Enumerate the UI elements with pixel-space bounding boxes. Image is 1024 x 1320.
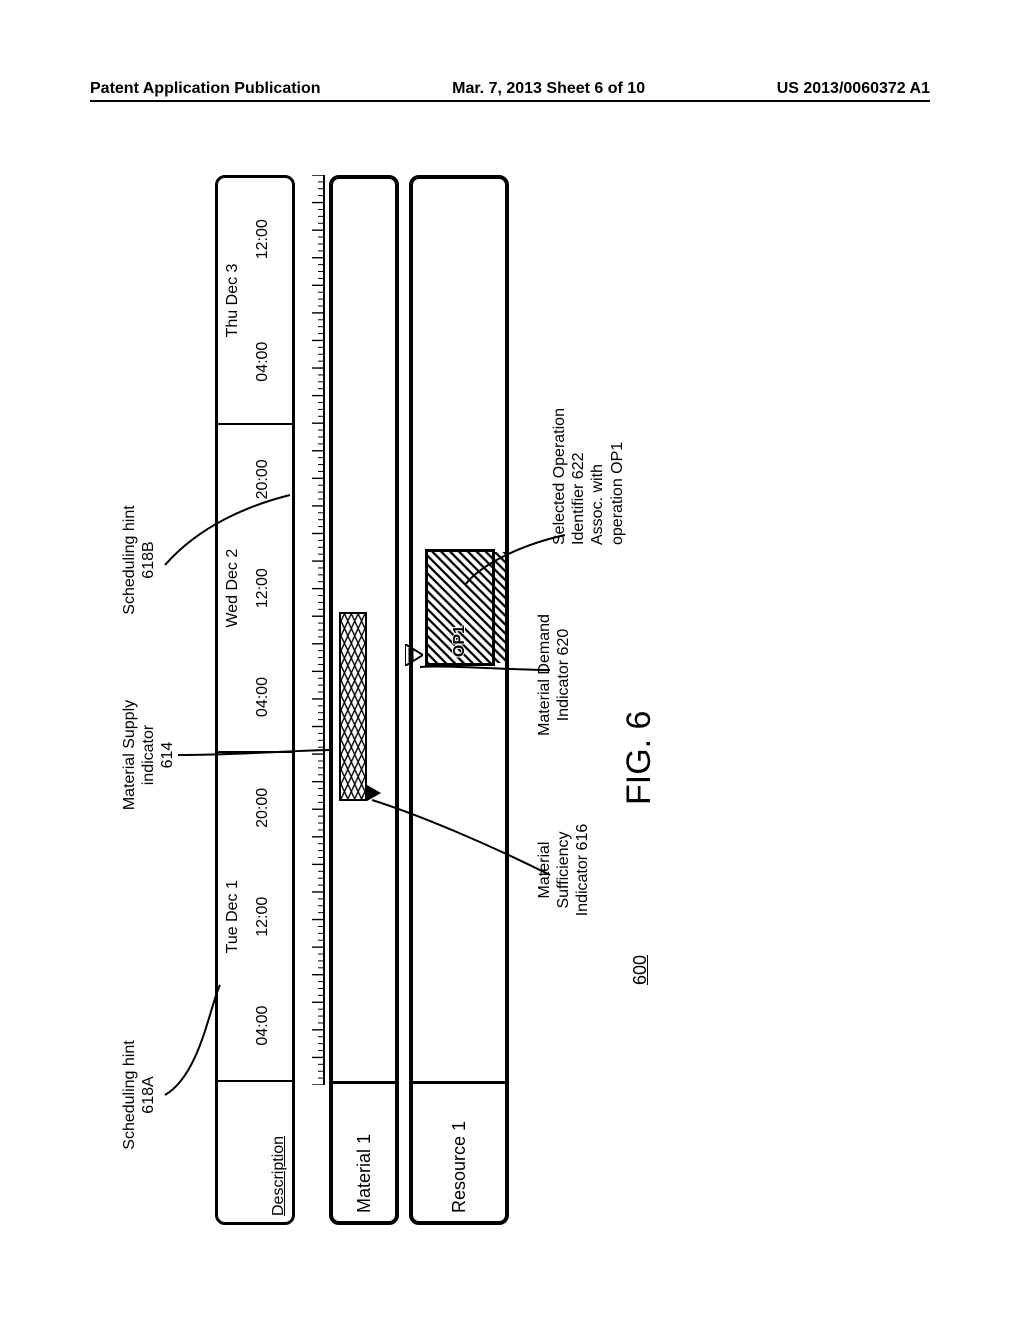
time-label: 20:00 xyxy=(254,788,272,828)
material-demand-indicator xyxy=(405,644,423,666)
description-label: Description xyxy=(270,1136,288,1216)
day-cell-thu: Thu Dec 3 04:00 12:00 xyxy=(218,178,292,425)
operation-block-op1: OP1 xyxy=(425,549,495,666)
gantt-table: Description Tue Dec 1 04:00 12:00 20:00 … xyxy=(215,175,519,1225)
material-track xyxy=(333,179,395,1081)
time-label: 04:00 xyxy=(254,1006,272,1046)
description-header: Description xyxy=(218,1082,292,1222)
operation-label: OP1 xyxy=(451,625,469,657)
day-cell-wed: Wed Dec 2 04:00 12:00 20:00 xyxy=(218,425,292,754)
time-ruler xyxy=(301,175,325,1085)
callout-line: Identifier 622 xyxy=(569,375,588,545)
callout-line: Material xyxy=(535,805,554,935)
time-label: 04:00 xyxy=(254,677,272,717)
ruler-spacer xyxy=(301,1085,325,1225)
row-label-material: Material 1 xyxy=(333,1081,395,1221)
row-label-text: Resource 1 xyxy=(449,1121,470,1213)
day-cell-tue: Tue Dec 1 04:00 12:00 20:00 xyxy=(218,753,292,1082)
row-label-text: Material 1 xyxy=(354,1134,375,1213)
time-label: 12:00 xyxy=(254,568,272,608)
time-labels: 04:00 12:00 20:00 xyxy=(254,753,272,1080)
diagram-id-600: 600 xyxy=(630,955,651,985)
figure-6: Scheduling hint 618A Material Supply ind… xyxy=(120,175,900,1225)
material-supply-bar xyxy=(339,612,367,801)
resource-track: OP1 xyxy=(413,179,505,1081)
time-label: 12:00 xyxy=(254,219,272,259)
time-label: 20:00 xyxy=(254,459,272,499)
header-row: Description Tue Dec 1 04:00 12:00 20:00 … xyxy=(215,175,295,1225)
figure-number: FIG. 6 xyxy=(620,711,659,805)
callout-line: operation OP1 xyxy=(608,375,627,545)
header-left: Patent Application Publication xyxy=(90,80,321,98)
day-label: Tue Dec 1 xyxy=(224,753,242,1080)
header-right: US 2013/0060372 A1 xyxy=(777,80,930,98)
day-label: Thu Dec 3 xyxy=(224,178,242,423)
time-label: 12:00 xyxy=(254,897,272,937)
material-sufficiency-dip xyxy=(367,785,383,801)
callout-line: Material Demand xyxy=(535,595,554,755)
page-header: Patent Application Publication Mar. 7, 2… xyxy=(90,80,930,98)
callout-selected-operation-622: Selected Operation Identifier 622 Assoc.… xyxy=(550,375,627,545)
time-ruler-row xyxy=(301,175,325,1225)
callout-line: Indicator 616 xyxy=(573,805,592,935)
callout-line: Assoc. with xyxy=(588,375,607,545)
time-label: 04:00 xyxy=(254,342,272,382)
callout-material-demand-620: Material Demand Indicator 620 xyxy=(535,595,573,755)
header-center: Mar. 7, 2013 Sheet 6 of 10 xyxy=(452,80,645,98)
time-labels: 04:00 12:00 20:00 xyxy=(254,425,272,752)
callout-line: Sufficiency xyxy=(554,805,573,935)
callout-material-sufficiency-616: Material Sufficiency Indicator 616 xyxy=(535,805,593,935)
day-label: Wed Dec 2 xyxy=(224,425,242,752)
time-labels: 04:00 12:00 xyxy=(254,178,272,423)
row-resource-1: Resource 1 xyxy=(409,175,509,1225)
header-rule xyxy=(90,100,930,102)
callout-line: Selected Operation xyxy=(550,375,569,545)
row-material-1: Material 1 xyxy=(329,175,399,1225)
row-label-resource: Resource 1 xyxy=(413,1081,505,1221)
callout-line: Indicator 620 xyxy=(554,595,573,755)
